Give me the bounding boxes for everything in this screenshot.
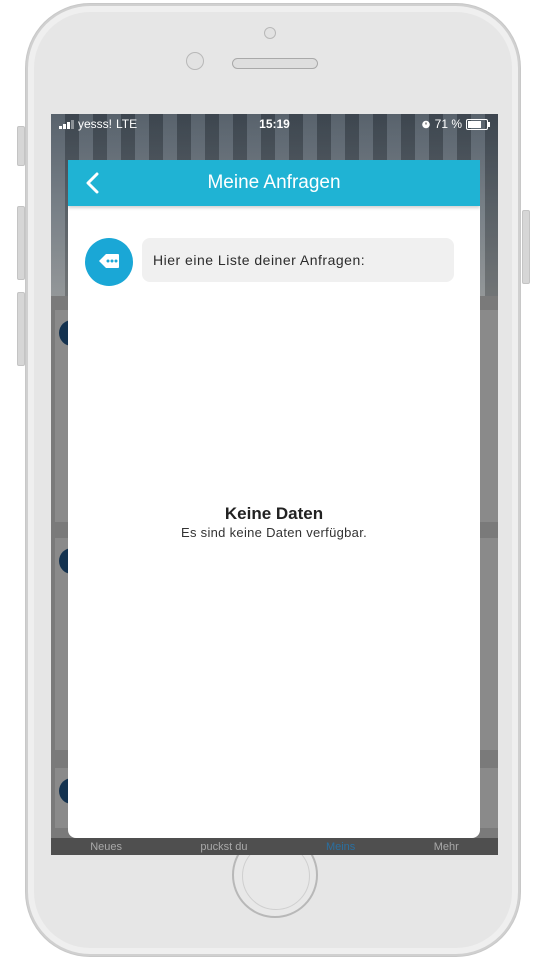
mute-switch [17,126,25,166]
volume-down-button [17,292,25,366]
front-camera [264,27,276,39]
proximity-sensor [186,52,204,70]
power-button [522,210,530,284]
chevron-left-icon [86,172,99,194]
intro-message: Hier eine Liste deiner Anfragen: [142,238,454,282]
volume-up-button [17,206,25,280]
empty-state-subtitle: Es sind keine Daten verfügbar. [180,525,368,540]
dialog-header: Meine Anfragen [68,160,480,206]
tab-neues[interactable]: Neues [90,841,122,853]
alarm-icon [421,120,430,129]
tab-mehr[interactable]: Mehr [434,841,459,853]
tab-bar: Neues puckst du Meins Mehr [51,838,498,855]
battery-icon [466,118,490,130]
battery-info: 71 % [421,117,490,131]
dialog-title: Meine Anfragen [207,172,341,193]
tab-puckst-du[interactable]: puckst du [200,841,247,853]
tab-meins[interactable]: Meins [326,841,355,853]
earpiece-speaker [232,58,318,69]
back-button[interactable] [76,166,110,200]
battery-percent: 71 % [434,117,462,131]
status-bar: yesss! LTE 15:19 71 % [51,114,498,134]
chat-tag-icon [85,238,133,286]
requests-dialog: Meine Anfragen Hier eine Liste deiner An… [68,160,480,838]
empty-state-title: Keine Daten [224,504,324,523]
